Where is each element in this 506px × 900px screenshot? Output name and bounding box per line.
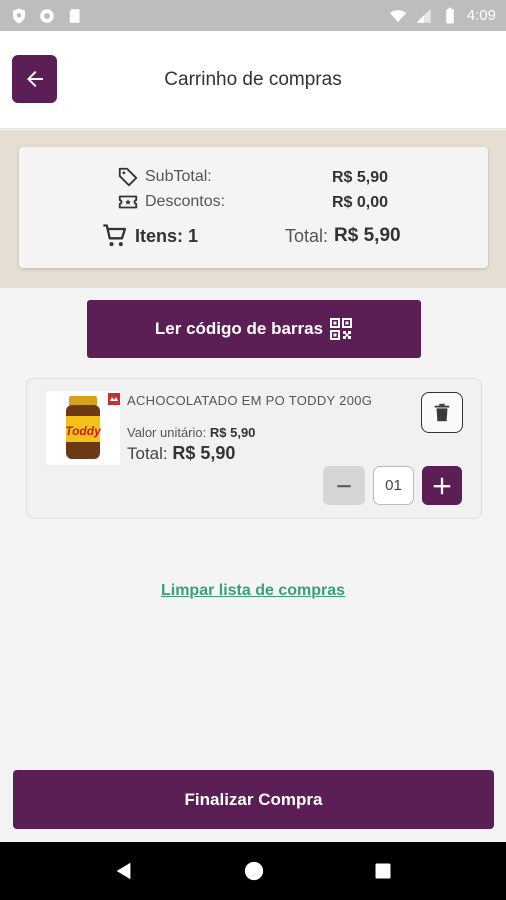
nav-recents-icon[interactable] [373,861,393,881]
trash-icon [434,403,450,421]
plus-icon [433,477,451,494]
wifi-icon [389,9,407,22]
nav-back-icon[interactable] [113,860,135,882]
cart-item: Toddy ACHOCOLATADO EM PO TODDY 200G Valo… [26,378,482,519]
status-bar: 4:09 [0,0,506,31]
summary-card: SubTotal: R$ 5,90 Descontos: R$ 0,00 Ite… [19,147,488,268]
battery-icon [446,7,454,23]
product-name: ACHOCOLATADO EM PO TODDY 200G [127,393,373,408]
total-label: Total: [285,225,329,246]
cart-icon [103,224,127,247]
unit-price-value: R$ 5,90 [209,425,256,440]
unit-price-row: Valor unitário: R$ 5,90 [127,425,255,440]
record-icon [40,8,54,23]
item-total-label: Total: [127,444,168,463]
finalize-purchase-button[interactable]: Finalizar Compra [13,770,494,829]
unit-price-label: Valor unitário: [127,425,207,440]
items-row: Itens: 1 [101,222,198,250]
signal-icon [416,8,431,23]
clear-list-link[interactable]: Limpar lista de compras [0,582,506,600]
items-count: Itens: 1 [135,225,199,246]
scan-barcode-button[interactable]: Ler código de barras [87,300,421,358]
discount-row: Descontos: [117,191,225,213]
item-total-row: Total: R$ 5,90 [127,443,235,464]
tag-icon [118,167,138,187]
coupon-icon [118,195,138,209]
system-nav-bar [0,842,506,900]
shield-icon [13,8,25,23]
minus-icon [337,484,351,487]
subtotal-label: SubTotal: [145,168,212,185]
store-badge-icon [108,393,120,405]
subtotal-row: SubTotal: [117,166,212,188]
subtotal-value: R$ 5,90 [332,169,389,186]
finalize-purchase-label: Finalizar Compra [184,789,323,809]
delete-item-button[interactable] [421,392,463,433]
total-value: R$ 5,90 [334,225,401,246]
clock: 4:09 [466,7,496,24]
sd-card-icon [69,8,80,23]
discount-label: Descontos: [145,193,226,210]
qr-code-icon [330,318,353,340]
increase-quantity-button[interactable] [422,466,462,505]
page-title: Carrinho de compras [164,69,342,90]
summary-section: SubTotal: R$ 5,90 Descontos: R$ 0,00 Ite… [0,130,506,288]
decrease-quantity-button[interactable] [323,466,365,505]
app-bar: Carrinho de compras [0,31,506,129]
total-row: Total: R$ 5,90 [285,225,401,247]
item-total-value: R$ 5,90 [172,443,236,463]
discount-value: R$ 0,00 [332,194,389,211]
product-logo-text: Toddy [65,424,102,438]
nav-home-icon[interactable] [243,860,265,882]
scan-barcode-label: Ler código de barras [154,319,324,338]
quantity-field[interactable]: 01 [373,466,414,505]
product-jar-image: Toddy [65,396,102,459]
